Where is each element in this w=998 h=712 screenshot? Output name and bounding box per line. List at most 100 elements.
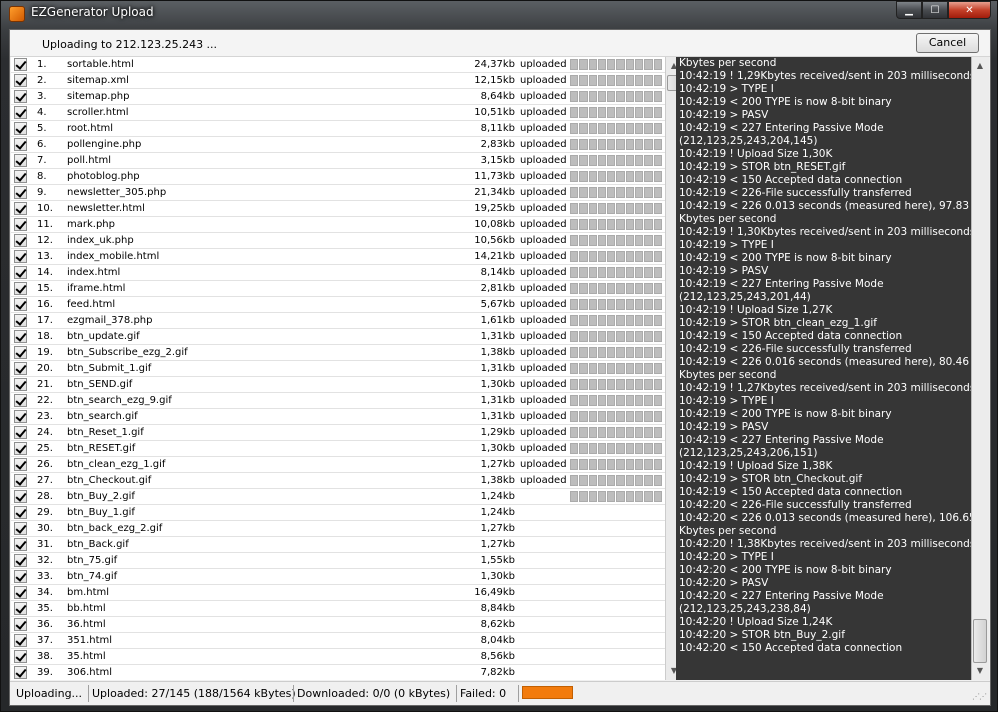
file-row[interactable]: 14. index.html 8,14kb uploaded xyxy=(11,265,665,281)
file-row[interactable]: 8. photoblog.php 11,73kb uploaded xyxy=(11,169,665,185)
file-checkbox[interactable] xyxy=(14,362,27,375)
file-checkbox[interactable] xyxy=(14,330,27,343)
file-checkbox[interactable] xyxy=(14,218,27,231)
file-checkbox[interactable] xyxy=(14,186,27,199)
file-number: 25. xyxy=(37,443,53,454)
file-checkbox[interactable] xyxy=(14,458,27,471)
log-line: 10:42:19 ! 1,30Kbytes received/sent in 2… xyxy=(679,226,971,238)
file-checkbox[interactable] xyxy=(14,298,27,311)
log-scrollbar-thumb[interactable] xyxy=(973,619,987,663)
file-number: 16. xyxy=(37,299,53,310)
file-row[interactable]: 19. btn_Subscribe_ezg_2.gif 1,38kb uploaded xyxy=(11,345,665,361)
file-checkbox[interactable] xyxy=(14,634,27,647)
file-checkbox[interactable] xyxy=(14,570,27,583)
file-checkbox[interactable] xyxy=(14,602,27,615)
file-checkbox[interactable] xyxy=(14,554,27,567)
file-row[interactable]: 28. btn_Buy_2.gif 1,24kb xyxy=(11,489,665,505)
file-row[interactable]: 12. index_uk.php 10,56kb uploaded xyxy=(11,233,665,249)
file-row[interactable]: 30. btn_back_ezg_2.gif 1,27kb xyxy=(11,521,665,537)
file-row[interactable]: 17. ezgmail_378.php 1,61kb uploaded xyxy=(11,313,665,329)
file-number: 18. xyxy=(37,331,53,342)
file-checkbox[interactable] xyxy=(14,122,27,135)
file-checkbox[interactable] xyxy=(14,170,27,183)
file-checkbox[interactable] xyxy=(14,138,27,151)
file-checkbox[interactable] xyxy=(14,266,27,279)
file-row[interactable]: 23. btn_search.gif 1,31kb uploaded xyxy=(11,409,665,425)
file-checkbox[interactable] xyxy=(14,522,27,535)
resize-grip-icon[interactable]: ⋰⋰ xyxy=(972,692,987,701)
file-checkbox[interactable] xyxy=(14,506,27,519)
file-checkbox[interactable] xyxy=(14,58,27,71)
log-scroll-down-arrow-icon[interactable]: ▼ xyxy=(972,664,988,678)
minimize-button[interactable]: ▁ xyxy=(896,1,922,19)
file-checkbox[interactable] xyxy=(14,314,27,327)
file-row[interactable]: 36. 36.html 8,62kb xyxy=(11,617,665,633)
file-row[interactable]: 10. newsletter.html 19,25kb uploaded xyxy=(11,201,665,217)
file-checkbox[interactable] xyxy=(14,586,27,599)
file-row[interactable]: 37. 351.html 8,04kb xyxy=(11,633,665,649)
file-checkbox[interactable] xyxy=(14,106,27,119)
file-row[interactable]: 39. 306.html 7,82kb xyxy=(11,665,665,680)
file-checkbox[interactable] xyxy=(14,538,27,551)
file-checkbox[interactable] xyxy=(14,202,27,215)
file-row[interactable]: 33. btn_74.gif 1,30kb xyxy=(11,569,665,585)
file-checkbox[interactable] xyxy=(14,154,27,167)
file-row[interactable]: 27. btn_Checkout.gif 1,38kb uploaded xyxy=(11,473,665,489)
file-row[interactable]: 24. btn_Reset_1.gif 1,29kb uploaded xyxy=(11,425,665,441)
close-button[interactable]: ✕ xyxy=(948,1,991,19)
file-row[interactable]: 31. btn_Back.gif 1,27kb xyxy=(11,537,665,553)
file-row[interactable]: 32. btn_75.gif 1,55kb xyxy=(11,553,665,569)
file-checkbox[interactable] xyxy=(14,378,27,391)
file-row[interactable]: 15. iframe.html 2,81kb uploaded xyxy=(11,281,665,297)
file-row[interactable]: 22. btn_search_ezg_9.gif 1,31kb uploaded xyxy=(11,393,665,409)
file-row[interactable]: 5. root.html 8,11kb uploaded xyxy=(11,121,665,137)
file-row[interactable]: 1. sortable.html 24,37kb uploaded xyxy=(11,57,665,73)
file-row[interactable]: 7. poll.html 3,15kb uploaded xyxy=(11,153,665,169)
file-checkbox[interactable] xyxy=(14,650,27,663)
file-checkbox[interactable] xyxy=(14,250,27,263)
file-row[interactable]: 25. btn_RESET.gif 1,30kb uploaded xyxy=(11,441,665,457)
file-checkbox[interactable] xyxy=(14,666,27,679)
file-row[interactable]: 9. newsletter_305.php 21,34kb uploaded xyxy=(11,185,665,201)
file-row[interactable]: 4. scroller.html 10,51kb uploaded xyxy=(11,105,665,121)
file-progress-bar xyxy=(570,491,662,502)
file-checkbox[interactable] xyxy=(14,74,27,87)
file-row[interactable]: 38. 35.html 8,56kb xyxy=(11,649,665,665)
file-checkbox[interactable] xyxy=(14,426,27,439)
file-row[interactable]: 20. btn_Submit_1.gif 1,31kb uploaded xyxy=(11,361,665,377)
file-row[interactable]: 18. btn_update.gif 1,31kb uploaded xyxy=(11,329,665,345)
log-line: 10:42:19 > TYPE I xyxy=(679,395,774,407)
file-row[interactable]: 35. bb.html 8,84kb xyxy=(11,601,665,617)
file-checkbox[interactable] xyxy=(14,474,27,487)
file-checkbox[interactable] xyxy=(14,234,27,247)
file-row[interactable]: 13. index_mobile.html 14,21kb uploaded xyxy=(11,249,665,265)
maximize-button[interactable]: ☐ xyxy=(922,1,948,19)
file-list[interactable]: 1. sortable.html 24,37kb uploaded 2. sitemap.… xyxy=(11,57,665,680)
file-row[interactable]: 2. sitemap.xml 12,15kb uploaded xyxy=(11,73,665,89)
file-row[interactable]: 29. btn_Buy_1.gif 1,24kb xyxy=(11,505,665,521)
log-scrollbar[interactable]: ▲ ▼ xyxy=(971,57,989,680)
status-state: Uploading... xyxy=(16,687,83,700)
status-failed: Failed: 0 xyxy=(460,687,507,700)
file-status: uploaded xyxy=(520,123,567,134)
file-checkbox[interactable] xyxy=(14,618,27,631)
file-checkbox[interactable] xyxy=(14,282,27,295)
file-checkbox[interactable] xyxy=(14,490,27,503)
file-row[interactable]: 21. btn_SEND.gif 1,30kb uploaded xyxy=(11,377,665,393)
file-checkbox[interactable] xyxy=(14,394,27,407)
file-checkbox[interactable] xyxy=(14,442,27,455)
file-checkbox[interactable] xyxy=(14,90,27,103)
file-row[interactable]: 3. sitemap.php 8,64kb uploaded xyxy=(11,89,665,105)
title-bar[interactable]: EZGenerator Upload ▁ ☐ ✕ xyxy=(1,1,997,27)
cancel-button[interactable]: Cancel xyxy=(916,33,979,53)
file-row[interactable]: 16. feed.html 5,67kb uploaded xyxy=(11,297,665,313)
file-size: 10,08kb xyxy=(474,219,515,230)
file-row[interactable]: 26. btn_clean_ezg_1.gif 1,27kb uploaded xyxy=(11,457,665,473)
file-checkbox[interactable] xyxy=(14,410,27,423)
file-row[interactable]: 6. pollengine.php 2,83kb uploaded xyxy=(11,137,665,153)
file-row[interactable]: 34. bm.html 16,49kb xyxy=(11,585,665,601)
file-checkbox[interactable] xyxy=(14,346,27,359)
log-scroll-up-arrow-icon[interactable]: ▲ xyxy=(972,59,988,73)
file-row[interactable]: 11. mark.php 10,08kb uploaded xyxy=(11,217,665,233)
file-progress-bar xyxy=(570,235,662,246)
